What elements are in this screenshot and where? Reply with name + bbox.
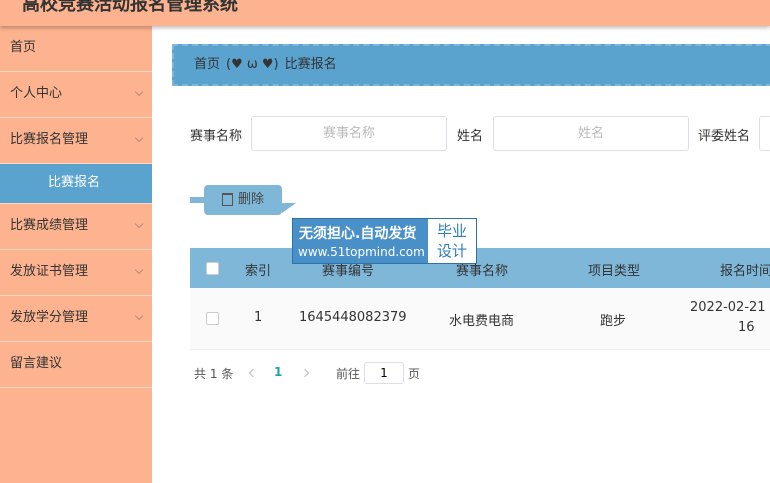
select-all-checkbox[interactable] [206, 262, 219, 275]
pagination: 共 1 条 1 前往 页 [194, 362, 494, 384]
watermark-line1: 无须担心.自动发货 [299, 226, 417, 242]
next-page-icon[interactable] [300, 368, 310, 378]
sidebar-item-credit-management[interactable]: 发放学分管理 [0, 296, 152, 342]
goto-page-input[interactable] [364, 362, 404, 384]
sidebar-item-registration-management[interactable]: 比赛报名管理 [0, 118, 152, 164]
button-decoration [282, 203, 296, 213]
column-header-index: 索引 [245, 264, 272, 279]
sidebar-item-label: 比赛报名 [48, 175, 101, 190]
breadcrumb-separator: (♥ ω ♥) [226, 57, 279, 72]
name-input[interactable] [493, 116, 689, 151]
goto-label: 前往 [336, 367, 361, 381]
chevron-down-icon [134, 87, 144, 97]
chevron-down-icon [134, 311, 144, 321]
breadcrumb: 首页 (♥ ω ♥) 比赛报名 [172, 44, 770, 86]
sidebar-item-certificate-management[interactable]: 发放证书管理 [0, 250, 152, 296]
pagination-total: 共 1 条 [194, 367, 234, 381]
delete-label: 删除 [238, 192, 265, 207]
watermark-box-line2: 设计 [436, 242, 467, 260]
delete-button[interactable]: 删除 [190, 185, 296, 215]
name-label: 姓名 [457, 129, 484, 144]
event-name-input[interactable] [251, 116, 447, 151]
event-name-label: 赛事名称 [190, 129, 243, 144]
cell-index: 1 [254, 310, 263, 325]
cell-event-no: 1645448082379 [299, 310, 407, 325]
breadcrumb-home[interactable]: 首页 [194, 57, 220, 72]
sidebar-item-label: 比赛成绩管理 [10, 218, 89, 233]
watermark-box-line1: 毕业 [436, 222, 467, 240]
registration-table: 索引 赛事编号 赛事名称 项目类型 报名时间 1 1645448082379 水… [190, 248, 770, 350]
cell-time-line1: 2022-02-21 2 [690, 300, 770, 315]
watermark-box: 毕业 设计 [428, 219, 476, 263]
page-unit-label: 页 [408, 367, 421, 381]
chevron-down-icon [134, 133, 144, 143]
cell-event-name: 水电费电商 [449, 314, 515, 329]
cell-time-line2: 16 [738, 320, 755, 335]
sidebar-item-profile[interactable]: 个人中心 [0, 72, 152, 118]
row-checkbox[interactable] [206, 312, 219, 325]
breadcrumb-current: 比赛报名 [284, 57, 337, 72]
app-title: 高校竞赛活动报名管理系统 [22, 0, 238, 15]
judge-name-input[interactable] [759, 116, 770, 151]
sidebar-item-label: 发放学分管理 [10, 310, 89, 325]
sidebar: 首页 个人中心 比赛报名管理 比赛报名 比赛成绩管理 发放证书管理 发放学分管理… [0, 26, 152, 483]
chevron-down-icon [134, 265, 144, 275]
watermark-banner: 无须担心.自动发货 www.51topmind.com 毕业 设计 [292, 218, 477, 264]
sidebar-item-feedback[interactable]: 留言建议 [0, 342, 152, 388]
trash-icon [222, 193, 233, 206]
sidebar-item-registration[interactable]: 比赛报名 [0, 164, 152, 204]
button-decoration [190, 197, 204, 203]
sidebar-item-label: 首页 [10, 40, 37, 55]
table-header: 索引 赛事编号 赛事名称 项目类型 报名时间 [190, 248, 770, 288]
prev-page-icon[interactable] [248, 368, 258, 378]
pagination-page-1[interactable]: 1 [274, 365, 282, 379]
table-row[interactable]: 1 1645448082379 水电费电商 跑步 2022-02-21 2 16 [190, 288, 770, 350]
column-header-type: 项目类型 [588, 264, 641, 279]
column-header-time: 报名时间 [720, 264, 770, 279]
sidebar-item-home[interactable]: 首页 [0, 26, 152, 72]
cell-type: 跑步 [600, 314, 627, 329]
sidebar-item-label: 发放证书管理 [10, 264, 89, 279]
sidebar-item-label: 留言建议 [10, 356, 63, 371]
top-header: 高校竞赛活动报名管理系统 [0, 0, 770, 26]
search-form: 赛事名称 姓名 评委姓名 [190, 116, 770, 152]
chevron-down-icon [134, 219, 144, 229]
sidebar-item-label: 比赛报名管理 [10, 132, 89, 147]
watermark-line2: www.51topmind.com [298, 245, 425, 259]
sidebar-item-score-management[interactable]: 比赛成绩管理 [0, 204, 152, 250]
sidebar-item-label: 个人中心 [10, 86, 63, 101]
main-content: 首页 (♥ ω ♥) 比赛报名 赛事名称 姓名 评委姓名 删除 无须担心.自动发货 … [152, 26, 770, 483]
judge-name-label: 评委姓名 [698, 129, 751, 144]
